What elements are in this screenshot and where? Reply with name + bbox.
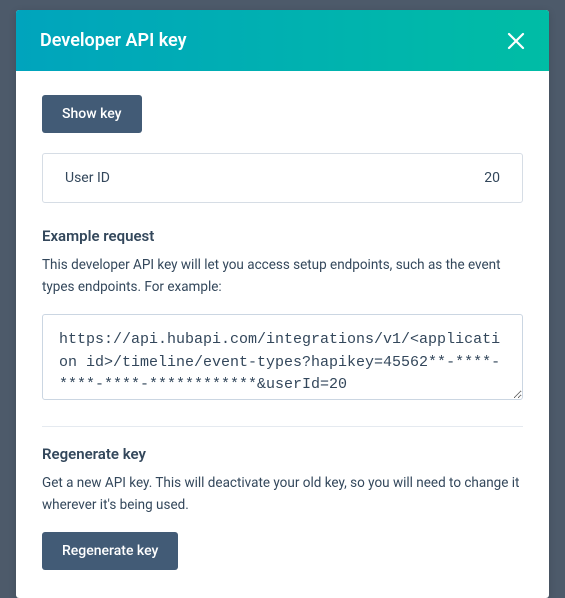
user-id-value: 20	[484, 170, 500, 186]
close-icon[interactable]	[507, 32, 525, 50]
regenerate-section: Regenerate key Get a new API key. This w…	[42, 445, 523, 570]
show-key-button[interactable]: Show key	[42, 95, 142, 133]
example-request-description: This developer API key will let you acce…	[42, 255, 523, 298]
example-request-textarea[interactable]: https://api.hubapi.com/integrations/v1/<…	[42, 314, 523, 400]
section-divider	[42, 426, 523, 427]
regenerate-heading: Regenerate key	[42, 445, 523, 463]
modal-body: Show key User ID 20 Example request This…	[16, 71, 549, 598]
example-request-heading: Example request	[42, 227, 523, 245]
regenerate-description: Get a new API key. This will deactivate …	[42, 473, 523, 516]
regenerate-key-button[interactable]: Regenerate key	[42, 532, 178, 570]
user-id-row: User ID 20	[42, 153, 523, 203]
modal-title: Developer API key	[40, 30, 187, 51]
user-id-label: User ID	[65, 170, 110, 186]
api-key-modal: Developer API key Show key User ID 20 Ex…	[16, 10, 549, 598]
modal-header: Developer API key	[16, 10, 549, 71]
